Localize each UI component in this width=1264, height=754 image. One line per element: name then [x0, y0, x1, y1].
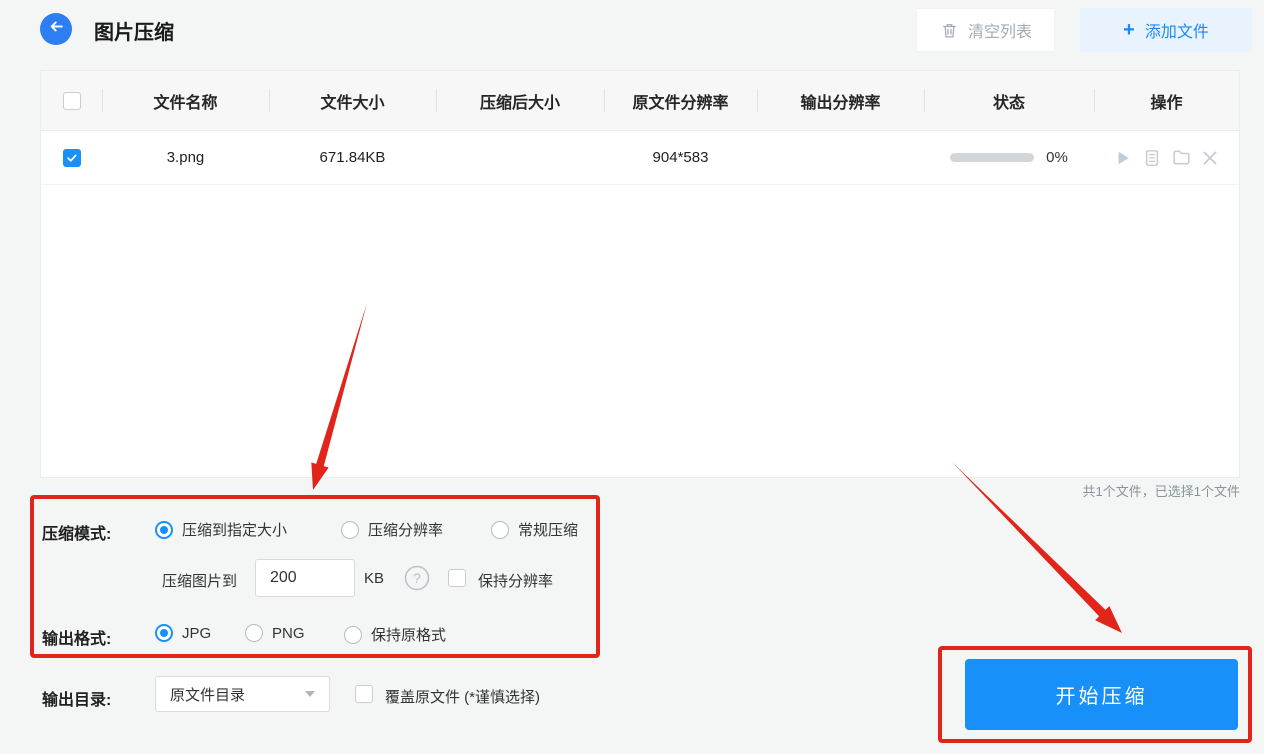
compress-mode-label: 压缩模式:: [42, 520, 111, 544]
radio-format-keep-original[interactable]: 保持原格式: [344, 624, 446, 645]
file-info-icon[interactable]: [1142, 148, 1162, 168]
select-all-checkbox[interactable]: [63, 92, 81, 110]
output-dir-value: 原文件目录: [170, 684, 245, 705]
column-header-output-resolution: 输出分辨率: [757, 71, 924, 130]
plus-icon: +: [1123, 20, 1135, 40]
clear-list-button[interactable]: 清空列表: [916, 8, 1055, 52]
keep-resolution-label: 保持分辨率: [478, 570, 553, 591]
column-header-compressed-size: 压缩后大小: [436, 71, 604, 130]
add-file-button[interactable]: + 添加文件: [1080, 8, 1252, 52]
column-header-original-resolution: 原文件分辨率: [604, 71, 757, 130]
cell-file-name: 3.png: [102, 131, 269, 184]
output-dir-label: 输出目录:: [42, 686, 111, 710]
radio-normal-compress[interactable]: 常规压缩: [491, 519, 578, 540]
column-header-status: 状态: [924, 71, 1094, 130]
cell-status: 0%: [924, 131, 1094, 184]
output-dir-select[interactable]: 原文件目录: [155, 676, 330, 712]
column-header-filesize: 文件大小: [269, 71, 436, 130]
help-icon[interactable]: ?: [404, 565, 430, 591]
progress-percent: 0%: [1046, 149, 1068, 166]
radio-format-jpg[interactable]: JPG: [155, 624, 211, 642]
overwrite-label: 覆盖原文件 (*谨慎选择): [385, 686, 540, 707]
progress-bar: [950, 153, 1034, 162]
column-header-filename: 文件名称: [102, 71, 269, 130]
play-icon[interactable]: [1113, 148, 1133, 168]
column-header-operations: 操作: [1094, 71, 1239, 130]
file-count-summary: 共1个文件，已选择1个文件: [1083, 481, 1240, 500]
target-size-input[interactable]: [255, 559, 355, 597]
chevron-down-icon: [305, 691, 315, 697]
overwrite-checkbox[interactable]: [355, 685, 373, 703]
remove-icon[interactable]: [1200, 148, 1220, 168]
radio-format-png[interactable]: PNG: [245, 624, 305, 642]
trash-icon: [939, 20, 959, 40]
target-size-label: 压缩图片到: [162, 570, 237, 591]
header-checkbox-cell: [41, 71, 102, 130]
radio-compress-to-size[interactable]: 压缩到指定大小: [155, 519, 287, 540]
radio-icon: [344, 626, 362, 644]
clear-list-label: 清空列表: [968, 18, 1032, 42]
target-size-unit: KB: [364, 570, 384, 587]
back-button[interactable]: [40, 13, 72, 45]
cell-original-resolution: 904*583: [604, 131, 757, 184]
cell-compressed-size: [436, 131, 604, 184]
folder-icon[interactable]: [1171, 148, 1191, 168]
radio-icon: [155, 521, 173, 539]
cell-operations: [1094, 131, 1239, 184]
add-file-label: 添加文件: [1145, 18, 1209, 42]
row-checkbox[interactable]: [63, 149, 81, 167]
radio-icon: [155, 624, 173, 642]
image-compress-page: 图片压缩 清空列表 + 添加文件 文件名称 文件大小 压缩后大小 原文件分辨率 …: [0, 0, 1264, 754]
svg-text:?: ?: [413, 570, 421, 586]
cell-file-size: 671.84KB: [269, 131, 436, 184]
radio-icon: [341, 521, 359, 539]
radio-compress-resolution[interactable]: 压缩分辨率: [341, 519, 443, 540]
file-table: 文件名称 文件大小 压缩后大小 原文件分辨率 输出分辨率 状态 操作 3.png…: [40, 70, 1240, 478]
cell-output-resolution: [757, 131, 924, 184]
arrow-left-icon: [48, 18, 65, 40]
table-header-row: 文件名称 文件大小 压缩后大小 原文件分辨率 输出分辨率 状态 操作: [41, 71, 1239, 131]
radio-icon: [491, 521, 509, 539]
radio-icon: [245, 624, 263, 642]
keep-resolution-checkbox[interactable]: [448, 569, 466, 587]
page-title: 图片压缩: [94, 16, 174, 45]
output-format-label: 输出格式:: [42, 625, 111, 649]
table-row: 3.png 671.84KB 904*583 0%: [41, 131, 1239, 185]
start-compress-button[interactable]: 开始压缩: [965, 659, 1238, 730]
row-checkbox-cell: [41, 131, 102, 184]
